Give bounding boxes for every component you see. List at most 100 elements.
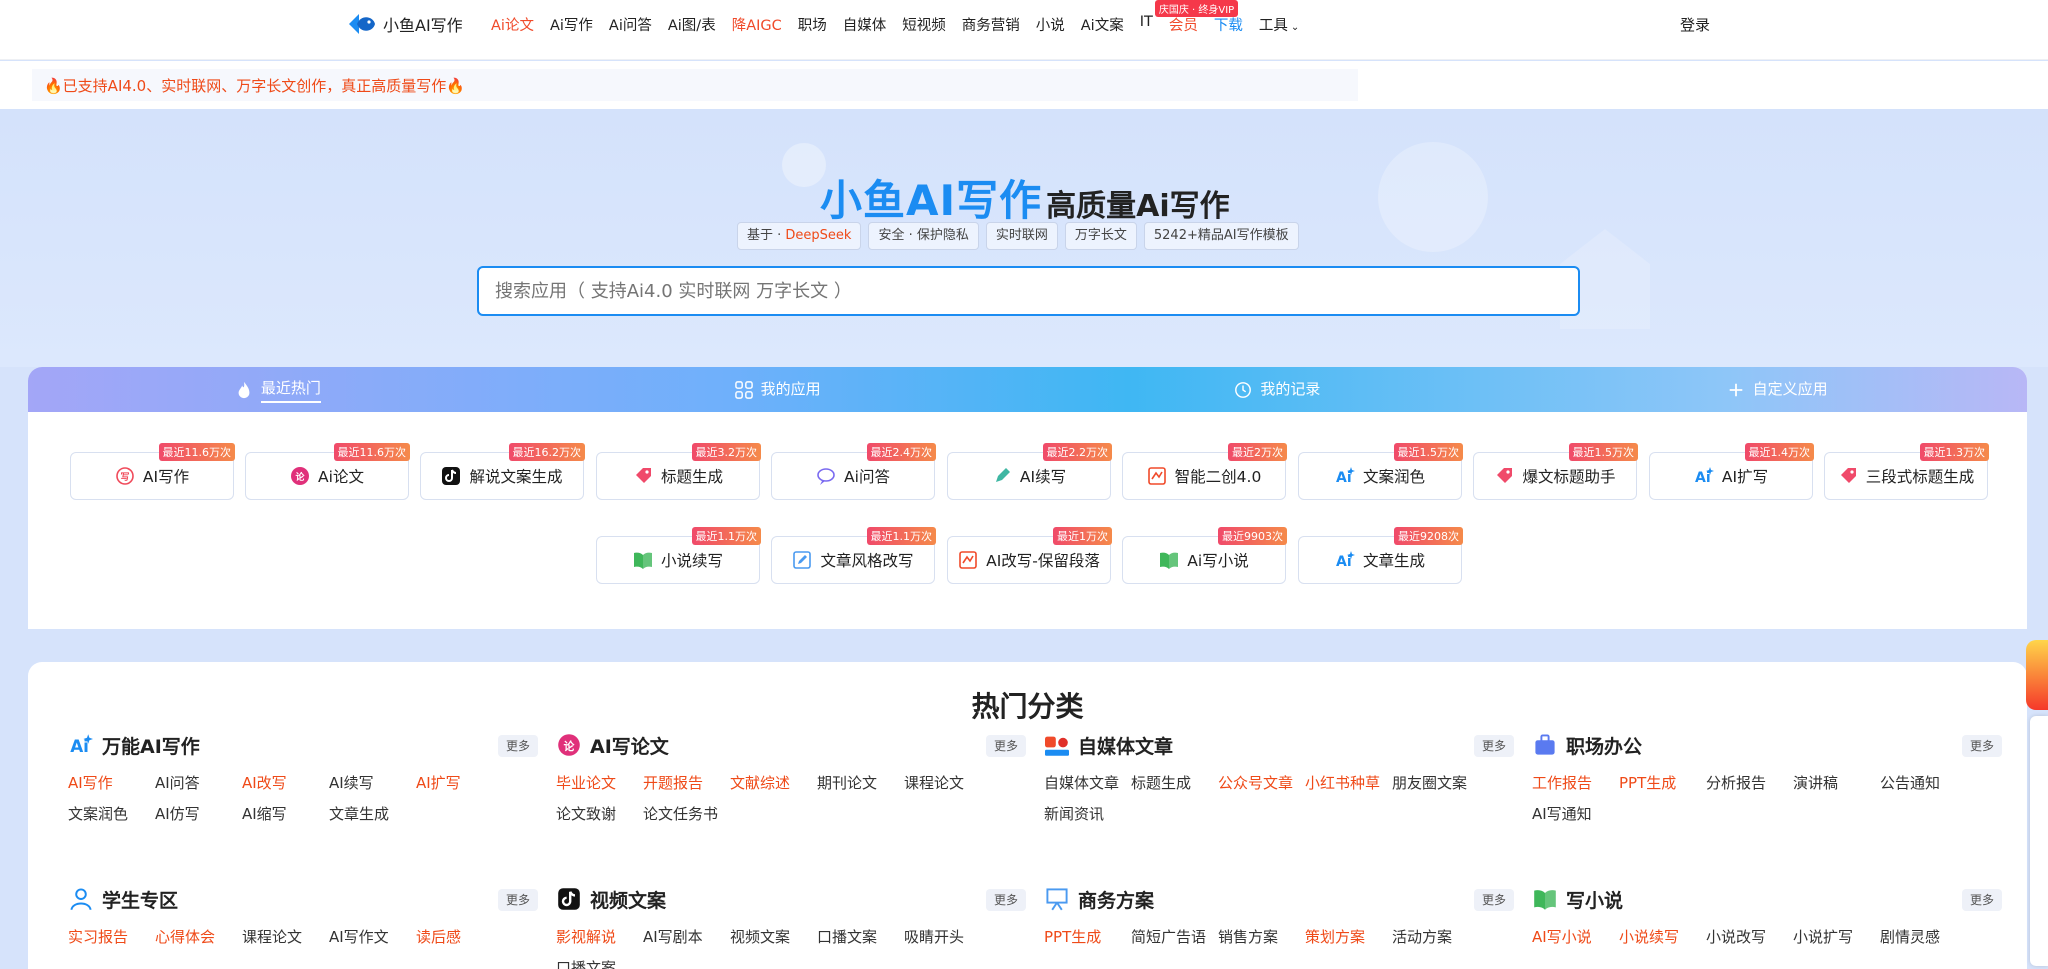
category-link[interactable]: 小说改写: [1706, 922, 1793, 953]
category-link[interactable]: 文献综述: [730, 768, 817, 799]
app-card[interactable]: 解说文案生成 最近16.2万次: [420, 443, 585, 500]
app-card[interactable]: Ai问答 最近2.4万次: [771, 443, 936, 500]
category-link[interactable]: AI写作文: [329, 922, 416, 953]
category-link[interactable]: 朋友圈文案: [1392, 768, 1479, 799]
app-card[interactable]: Ai 文章生成 最近9208次: [1298, 527, 1463, 584]
category-link[interactable]: 公告通知: [1880, 768, 1967, 799]
login-link[interactable]: 登录: [1680, 14, 1710, 35]
category-link[interactable]: 视频文案: [730, 922, 817, 953]
category-link[interactable]: 论文致谢: [556, 799, 643, 830]
more-button[interactable]: 更多: [1961, 735, 2002, 757]
category-link[interactable]: 实习报告: [68, 922, 155, 953]
app-card[interactable]: AI续写 最近2.2万次: [947, 443, 1112, 500]
category-link[interactable]: 简短广告语: [1131, 922, 1218, 953]
nav-item[interactable]: Ai文案: [1081, 14, 1124, 35]
category-title[interactable]: 职场办公: [1566, 732, 1642, 759]
more-button[interactable]: 更多: [985, 889, 1026, 911]
nav-item[interactable]: 自媒体: [843, 14, 887, 35]
nav-item[interactable]: Ai问答: [609, 14, 652, 35]
category-link[interactable]: 小红书种草: [1305, 768, 1392, 799]
category-title[interactable]: 视频文案: [590, 886, 666, 913]
category-link[interactable]: 策划方案: [1305, 922, 1392, 953]
category-link[interactable]: 口播文案: [556, 953, 643, 969]
app-card[interactable]: Ai写小说 最近9903次: [1122, 527, 1287, 584]
more-button[interactable]: 更多: [1473, 735, 1514, 757]
nav-item[interactable]: 会员 庆国庆 · 终身VIP: [1154, 0, 1239, 35]
app-card[interactable]: AI改写-保留段落 最近1万次: [947, 527, 1112, 584]
category-title[interactable]: 万能AI写作: [102, 732, 200, 759]
category-link[interactable]: 影视解说: [556, 922, 643, 953]
category-title[interactable]: 写小说: [1566, 886, 1623, 913]
nav-item[interactable]: 商务营销: [962, 14, 1020, 35]
category-link[interactable]: 剧情灵感: [1880, 922, 1967, 953]
category-title[interactable]: 学生专区: [102, 886, 178, 913]
logo[interactable]: 小鱼AI写作: [345, 8, 463, 40]
app-card[interactable]: 写 AI写作 最近11.6万次: [70, 443, 235, 500]
category-link[interactable]: 新闻资讯: [1044, 799, 1131, 830]
app-card[interactable]: Ai 文案润色 最近1.5万次: [1298, 443, 1463, 500]
category-link[interactable]: AI写小说: [1532, 922, 1619, 953]
category-link[interactable]: 开题报告: [643, 768, 730, 799]
category-link[interactable]: 分析报告: [1706, 768, 1793, 799]
nav-item[interactable]: 短视频: [902, 14, 946, 35]
app-card[interactable]: 智能二创4.0 最近2万次: [1122, 443, 1287, 500]
more-button[interactable]: 更多: [1473, 889, 1514, 911]
category-link[interactable]: 文章生成: [329, 799, 416, 830]
category-link[interactable]: 吸睛开头: [904, 922, 991, 953]
app-card[interactable]: Ai AI扩写 最近1.4万次: [1649, 443, 1814, 500]
category-link[interactable]: 论文任务书: [643, 799, 730, 830]
category-link[interactable]: AI改写: [242, 768, 329, 799]
category-link[interactable]: AI仿写: [155, 799, 242, 830]
tab-clock[interactable]: 我的记录: [1028, 367, 1528, 412]
category-link[interactable]: AI写剧本: [643, 922, 730, 953]
search-input[interactable]: [477, 266, 1580, 316]
gift-icon[interactable]: [2026, 640, 2048, 710]
nav-item[interactable]: 下载: [1214, 14, 1243, 35]
category-link[interactable]: 课程论文: [242, 922, 329, 953]
nav-item[interactable]: IT: [1140, 14, 1153, 35]
app-card[interactable]: 论 Ai论文 最近11.6万次: [245, 443, 410, 500]
app-card[interactable]: 文章风格改写 最近1.1万次: [771, 527, 936, 584]
more-button[interactable]: 更多: [497, 889, 538, 911]
app-card[interactable]: 三段式标题生成 最近1.3万次: [1824, 443, 1989, 500]
category-link[interactable]: 课程论文: [904, 768, 991, 799]
app-card[interactable]: 小说续写 最近1.1万次: [596, 527, 761, 584]
category-link[interactable]: PPT生成: [1044, 922, 1131, 953]
nav-item[interactable]: Ai图/表: [668, 14, 716, 35]
category-link[interactable]: 读后感: [416, 922, 503, 953]
more-button[interactable]: 更多: [985, 735, 1026, 757]
category-link[interactable]: 工作报告: [1532, 768, 1619, 799]
nav-item[interactable]: Ai论文: [491, 14, 534, 35]
nav-item[interactable]: Ai写作: [550, 14, 593, 35]
category-title[interactable]: 商务方案: [1078, 886, 1154, 913]
category-link[interactable]: 毕业论文: [556, 768, 643, 799]
nav-item[interactable]: 职场: [798, 14, 827, 35]
category-link[interactable]: AI写作: [68, 768, 155, 799]
category-link[interactable]: 小说续写: [1619, 922, 1706, 953]
category-link[interactable]: AI写通知: [1532, 799, 1619, 830]
app-card[interactable]: 爆文标题助手 最近1.5万次: [1473, 443, 1638, 500]
category-title[interactable]: AI写论文: [590, 732, 669, 759]
category-link[interactable]: AI扩写: [416, 768, 503, 799]
category-link[interactable]: 期刊论文: [817, 768, 904, 799]
nav-item[interactable]: 降AIGC: [732, 14, 782, 35]
category-title[interactable]: 自媒体文章: [1078, 732, 1173, 759]
category-link[interactable]: 公众号文章: [1218, 768, 1305, 799]
category-link[interactable]: 演讲稿: [1793, 768, 1880, 799]
category-link[interactable]: AI续写: [329, 768, 416, 799]
nav-item[interactable]: 工具 ⌄: [1259, 14, 1299, 35]
tab-plus[interactable]: 自定义应用: [1527, 367, 2027, 412]
category-link[interactable]: 活动方案: [1392, 922, 1479, 953]
category-link[interactable]: 销售方案: [1218, 922, 1305, 953]
category-link[interactable]: 文案润色: [68, 799, 155, 830]
category-link[interactable]: PPT生成: [1619, 768, 1706, 799]
app-card[interactable]: 标题生成 最近3.2万次: [596, 443, 761, 500]
more-button[interactable]: 更多: [497, 735, 538, 757]
category-link[interactable]: AI缩写: [242, 799, 329, 830]
category-link[interactable]: 小说扩写: [1793, 922, 1880, 953]
nav-item[interactable]: 小说: [1036, 14, 1065, 35]
tab-grid[interactable]: 我的应用: [528, 367, 1028, 412]
category-link[interactable]: AI问答: [155, 768, 242, 799]
category-link[interactable]: 标题生成: [1131, 768, 1218, 799]
category-link[interactable]: 自媒体文章: [1044, 768, 1131, 799]
